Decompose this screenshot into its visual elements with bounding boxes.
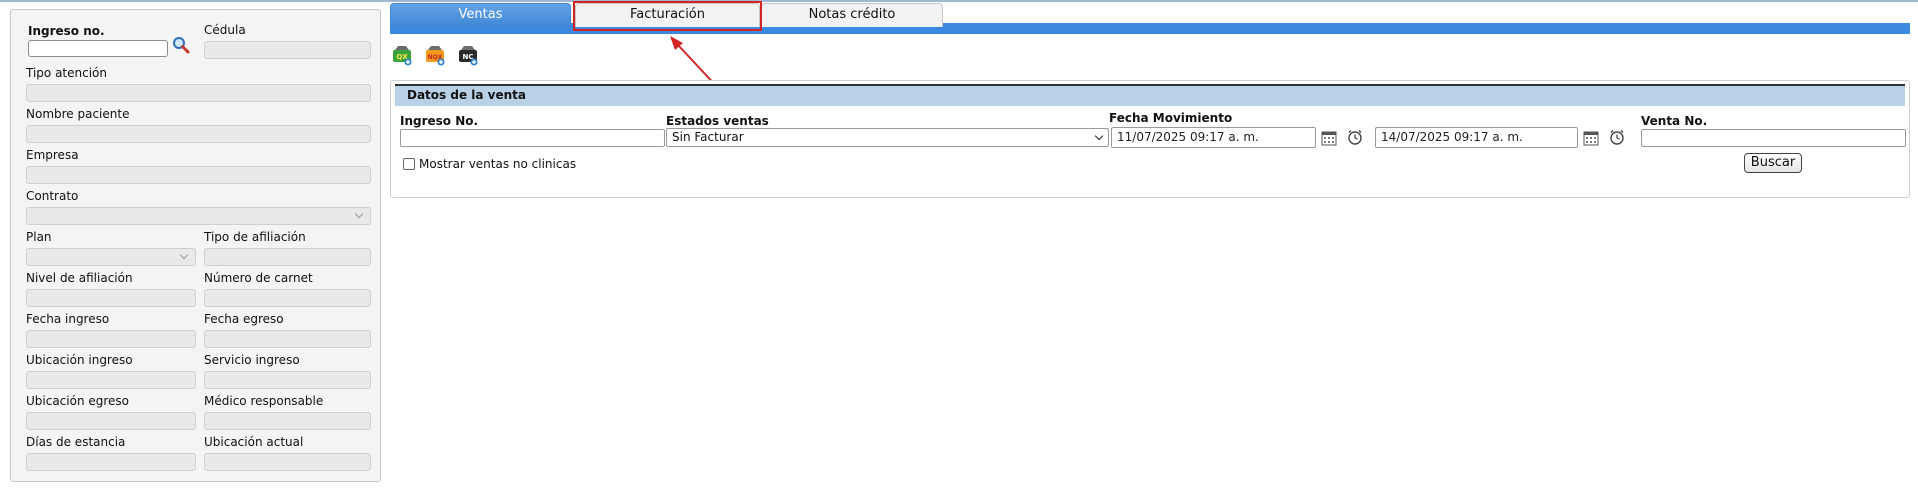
medico-responsable-label: Médico responsable xyxy=(204,394,324,408)
ingreso-field: Ingreso no. xyxy=(28,24,168,57)
ubicacion-actual-field: Ubicación actual xyxy=(204,435,371,471)
dias-estancia-field: Días de estancia xyxy=(26,435,196,471)
tipo-atencion-label: Tipo atención xyxy=(26,66,107,80)
cedula-label: Cédula xyxy=(204,23,246,37)
plan-field: Plan xyxy=(26,230,196,266)
tipo-afiliacion-input[interactable] xyxy=(204,248,371,266)
estados-ventas-select[interactable]: Sin Facturar xyxy=(666,128,1109,147)
ubicacion-egreso-label: Ubicación egreso xyxy=(26,394,130,408)
tab-notas-credito[interactable]: Notas crédito xyxy=(761,3,943,27)
nqx-icon[interactable]: NQX xyxy=(424,44,446,66)
tipo-atencion-input[interactable] xyxy=(26,84,371,102)
contrato-label: Contrato xyxy=(26,189,79,203)
venta-panel: Datos de la venta Ingreso No. Estados ve… xyxy=(390,80,1910,198)
medico-responsable-field: Médico responsable xyxy=(204,394,371,430)
ubicacion-actual-input[interactable] xyxy=(204,453,371,471)
patient-panel: Ingreso no. Cédula Tipo atención Nombre … xyxy=(10,9,381,482)
nombre-paciente-field: Nombre paciente xyxy=(26,107,371,143)
venta-no-label: Venta No. xyxy=(1641,114,1708,128)
contrato-select[interactable] xyxy=(26,207,371,225)
tipo-afiliacion-field: Tipo de afiliación xyxy=(204,230,371,266)
dias-estancia-input[interactable] xyxy=(26,453,196,471)
chevron-down-icon xyxy=(1094,131,1104,141)
ubicacion-ingreso-input[interactable] xyxy=(26,371,196,389)
ubicacion-actual-label: Ubicación actual xyxy=(204,435,304,449)
contrato-field: Contrato xyxy=(26,189,371,225)
plan-label: Plan xyxy=(26,230,52,244)
top-border xyxy=(0,0,1918,2)
nivel-afiliacion-input[interactable] xyxy=(26,289,196,307)
ubicacion-ingreso-label: Ubicación ingreso xyxy=(26,353,133,367)
fecha-movimiento-label: Fecha Movimiento xyxy=(1109,111,1233,125)
fecha-egreso-label: Fecha egreso xyxy=(204,312,284,326)
fecha-desde-input[interactable]: 11/07/2025 09:17 a. m. xyxy=(1111,127,1316,148)
tipo-afiliacion-label: Tipo de afiliación xyxy=(204,230,306,244)
qx-icon[interactable]: QX xyxy=(391,44,413,66)
fecha-egreso-input[interactable] xyxy=(204,330,371,348)
plan-select[interactable] xyxy=(26,248,196,266)
calendar-icon[interactable] xyxy=(1583,130,1599,146)
calendar-icon[interactable] xyxy=(1321,130,1337,146)
venta-header: Datos de la venta xyxy=(395,84,1905,106)
ubicacion-ingreso-field: Ubicación ingreso xyxy=(26,353,196,389)
dias-estancia-label: Días de estancia xyxy=(26,435,126,449)
cedula-field: Cédula xyxy=(204,23,371,59)
fecha-ingreso-field: Fecha ingreso xyxy=(26,312,196,348)
ingreso-label: Ingreso no. xyxy=(28,24,105,38)
buscar-button[interactable]: Buscar xyxy=(1744,153,1802,173)
ubicacion-egreso-input[interactable] xyxy=(26,412,196,430)
clock-icon[interactable] xyxy=(1609,129,1625,145)
mostrar-ventas-checkbox[interactable] xyxy=(403,158,415,170)
ubicacion-egreso-field: Ubicación egreso xyxy=(26,394,196,430)
ingreso-no-label: Ingreso No. xyxy=(400,114,479,128)
search-icon[interactable] xyxy=(172,36,190,54)
tipo-atencion-field: Tipo atención xyxy=(26,66,371,102)
estados-ventas-label: Estados ventas xyxy=(666,114,769,128)
numero-carnet-input[interactable] xyxy=(204,289,371,307)
nivel-afiliacion-label: Nivel de afiliación xyxy=(26,271,133,285)
ingreso-input[interactable] xyxy=(28,40,168,57)
fecha-ingreso-input[interactable] xyxy=(26,330,196,348)
nombre-paciente-label: Nombre paciente xyxy=(26,107,130,121)
clock-icon[interactable] xyxy=(1347,129,1363,145)
cedula-input[interactable] xyxy=(204,41,371,59)
empresa-field: Empresa xyxy=(26,148,371,184)
empresa-label: Empresa xyxy=(26,148,79,162)
ingreso-no-input[interactable] xyxy=(400,129,665,147)
fecha-ingreso-label: Fecha ingreso xyxy=(26,312,110,326)
nombre-paciente-input[interactable] xyxy=(26,125,371,143)
medico-responsable-input[interactable] xyxy=(204,412,371,430)
highlight-box xyxy=(573,1,762,31)
servicio-ingreso-field: Servicio ingreso xyxy=(204,353,371,389)
servicio-ingreso-label: Servicio ingreso xyxy=(204,353,300,367)
venta-no-input[interactable] xyxy=(1641,129,1906,147)
nc-icon[interactable]: NC xyxy=(457,44,479,66)
nivel-afiliacion-field: Nivel de afiliación xyxy=(26,271,196,307)
estados-ventas-value: Sin Facturar xyxy=(672,130,744,144)
numero-carnet-label: Número de carnet xyxy=(204,271,313,285)
tab-ventas[interactable]: Ventas xyxy=(390,3,571,27)
fecha-egreso-field: Fecha egreso xyxy=(204,312,371,348)
fecha-hasta-input[interactable]: 14/07/2025 09:17 a. m. xyxy=(1375,127,1578,148)
servicio-ingreso-input[interactable] xyxy=(204,371,371,389)
mostrar-ventas-checkbox-row: Mostrar ventas no clinicas xyxy=(403,157,576,171)
numero-carnet-field: Número de carnet xyxy=(204,271,371,307)
empresa-input[interactable] xyxy=(26,166,371,184)
mostrar-ventas-label: Mostrar ventas no clinicas xyxy=(419,157,577,171)
